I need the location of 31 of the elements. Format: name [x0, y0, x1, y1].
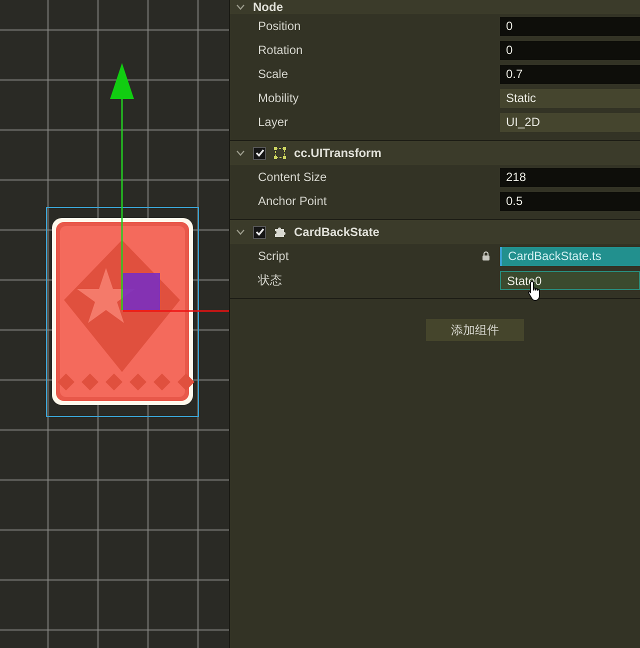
component-header[interactable]: Node [230, 0, 640, 14]
property-label: Script [258, 249, 290, 263]
property-field[interactable]: 0 [500, 16, 640, 36]
enable-checkbox[interactable] [253, 226, 266, 238]
caret-icon[interactable] [236, 150, 245, 156]
property-label: Rotation [258, 43, 304, 57]
caret-icon[interactable] [236, 4, 245, 10]
transform-icon [274, 147, 286, 159]
property-label: Mobility [258, 91, 300, 105]
property-field[interactable]: 0 [500, 40, 640, 60]
component-title: CardBackState [294, 225, 380, 239]
property-label: Content Size [258, 170, 328, 184]
property-field[interactable]: UI_2D [500, 112, 640, 132]
property-label: Scale [258, 67, 290, 81]
add-component-button[interactable]: 添加组件 [426, 319, 524, 341]
property-field[interactable]: 218 [500, 168, 640, 186]
property-label: 状态 [258, 272, 283, 288]
component-header[interactable]: cc.UITransform [230, 141, 640, 165]
caret-icon[interactable] [236, 229, 245, 235]
puzzle-piece-icon [274, 226, 286, 238]
component-header[interactable]: CardBackState [230, 220, 640, 244]
property-label: Position [258, 19, 302, 33]
property-field[interactable]: 0.7 [500, 64, 640, 84]
pivot-handle[interactable] [123, 273, 160, 310]
property-field[interactable]: 0.5 [500, 192, 640, 210]
property-field[interactable]: Static [500, 88, 640, 108]
enable-checkbox[interactable] [253, 146, 266, 160]
component-title: Node [253, 0, 283, 14]
property-label: Anchor Point [258, 194, 328, 208]
property-label: Layer [258, 115, 290, 129]
component-title: cc.UITransform [294, 146, 382, 160]
